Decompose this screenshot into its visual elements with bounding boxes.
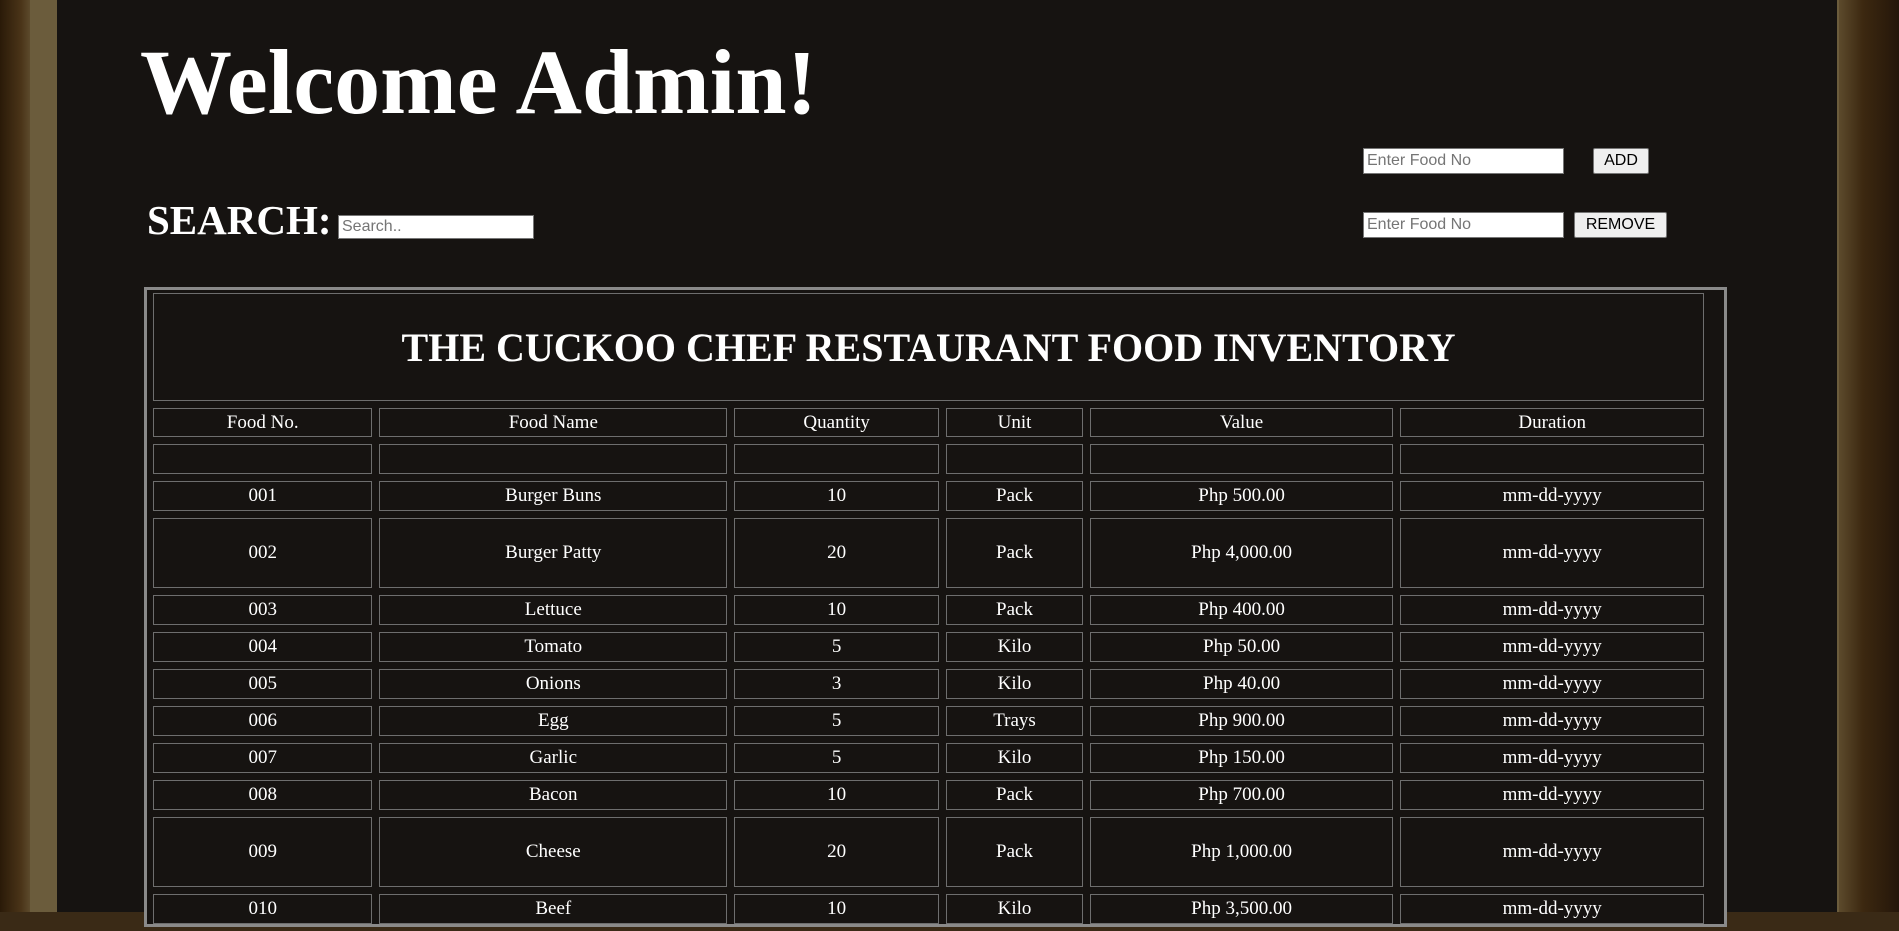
duration-cell: mm-dd-yyyy	[1400, 481, 1704, 511]
value-cell: Php 50.00	[1089, 632, 1394, 662]
quantity-cell: 10	[734, 595, 940, 625]
quantity-cell: 10	[734, 780, 940, 810]
value-cell: Php 1,000.00	[1089, 817, 1394, 887]
unit-cell: Pack	[946, 595, 1083, 625]
duration-cell: mm-dd-yyyy	[1400, 632, 1704, 662]
food-name-cell: Lettuce	[379, 595, 728, 625]
food-name-cell: Onions	[379, 669, 728, 699]
unit-cell: Pack	[946, 780, 1083, 810]
unit-cell: Kilo	[946, 632, 1083, 662]
value-cell: Php 700.00	[1089, 780, 1394, 810]
background-left-wood	[0, 0, 30, 912]
table-row: 001 Burger Buns 10 Pack Php 500.00 mm-dd…	[153, 481, 1704, 511]
unit-cell: Kilo	[946, 669, 1083, 699]
table-row: 005 Onions 3 Kilo Php 40.00 mm-dd-yyyy	[153, 669, 1704, 699]
quantity-cell: 10	[734, 481, 940, 511]
add-food-no-input[interactable]	[1363, 148, 1564, 174]
table-row: 003 Lettuce 10 Pack Php 400.00 mm-dd-yyy…	[153, 595, 1704, 625]
column-header-unit: Unit	[946, 408, 1083, 437]
column-header-food-no: Food No.	[153, 408, 373, 437]
unit-cell: Pack	[946, 481, 1083, 511]
empty-cell	[1400, 444, 1704, 474]
quantity-cell: 20	[734, 518, 940, 588]
food-name-cell: Garlic	[379, 743, 728, 773]
empty-cell	[734, 444, 940, 474]
duration-cell: mm-dd-yyyy	[1400, 706, 1704, 736]
unit-cell: Pack	[946, 518, 1083, 588]
remove-button[interactable]: REMOVE	[1574, 212, 1667, 238]
quantity-cell: 3	[734, 669, 940, 699]
food-no-cell: 007	[153, 743, 373, 773]
table-row: 006 Egg 5 Trays Php 900.00 mm-dd-yyyy	[153, 706, 1704, 736]
food-no-cell: 001	[153, 481, 373, 511]
table-row: 008 Bacon 10 Pack Php 700.00 mm-dd-yyyy	[153, 780, 1704, 810]
background-right-wood	[1839, 0, 1899, 912]
food-no-cell: 004	[153, 632, 373, 662]
food-name-cell: Burger Patty	[379, 518, 728, 588]
food-no-cell: 010	[153, 894, 373, 924]
food-name-cell: Egg	[379, 706, 728, 736]
duration-cell: mm-dd-yyyy	[1400, 669, 1704, 699]
add-button[interactable]: ADD	[1593, 148, 1649, 174]
quantity-cell: 5	[734, 632, 940, 662]
value-cell: Php 400.00	[1089, 595, 1394, 625]
unit-cell: Trays	[946, 706, 1083, 736]
food-no-cell: 003	[153, 595, 373, 625]
quantity-cell: 5	[734, 706, 940, 736]
column-header-quantity: Quantity	[734, 408, 940, 437]
duration-cell: mm-dd-yyyy	[1400, 743, 1704, 773]
table-title: THE CUCKOO CHEF RESTAURANT FOOD INVENTOR…	[153, 293, 1704, 401]
table-row: 004 Tomato 5 Kilo Php 50.00 mm-dd-yyyy	[153, 632, 1704, 662]
food-name-cell: Cheese	[379, 817, 728, 887]
table-row: 007 Garlic 5 Kilo Php 150.00 mm-dd-yyyy	[153, 743, 1704, 773]
table-row: 010 Beef 10 Kilo Php 3,500.00 mm-dd-yyyy	[153, 894, 1704, 924]
table-row: 002 Burger Patty 20 Pack Php 4,000.00 mm…	[153, 518, 1704, 588]
unit-cell: Kilo	[946, 743, 1083, 773]
search-label: SEARCH:	[147, 197, 332, 243]
table-header-row: Food No. Food Name Quantity Unit Value D…	[153, 408, 1704, 437]
empty-cell	[946, 444, 1083, 474]
duration-cell: mm-dd-yyyy	[1400, 518, 1704, 588]
quantity-cell: 5	[734, 743, 940, 773]
food-no-cell: 002	[153, 518, 373, 588]
food-no-cell: 005	[153, 669, 373, 699]
unit-cell: Kilo	[946, 894, 1083, 924]
value-cell: Php 500.00	[1089, 481, 1394, 511]
search-input[interactable]	[338, 215, 534, 239]
value-cell: Php 40.00	[1089, 669, 1394, 699]
food-name-cell: Tomato	[379, 632, 728, 662]
duration-cell: mm-dd-yyyy	[1400, 894, 1704, 924]
food-name-cell: Burger Buns	[379, 481, 728, 511]
food-no-cell: 008	[153, 780, 373, 810]
empty-cell	[153, 444, 373, 474]
column-header-food-name: Food Name	[379, 408, 728, 437]
value-cell: Php 900.00	[1089, 706, 1394, 736]
table-row: 009 Cheese 20 Pack Php 1,000.00 mm-dd-yy…	[153, 817, 1704, 887]
food-no-cell: 009	[153, 817, 373, 887]
column-header-value: Value	[1089, 408, 1394, 437]
page-title: Welcome Admin!	[140, 31, 818, 133]
duration-cell: mm-dd-yyyy	[1400, 817, 1704, 887]
unit-cell: Pack	[946, 817, 1083, 887]
inventory-table-container: THE CUCKOO CHEF RESTAURANT FOOD INVENTOR…	[144, 287, 1727, 927]
food-no-cell: 006	[153, 706, 373, 736]
inventory-table: THE CUCKOO CHEF RESTAURANT FOOD INVENTOR…	[146, 286, 1711, 931]
quantity-cell: 10	[734, 894, 940, 924]
column-header-duration: Duration	[1400, 408, 1704, 437]
value-cell: Php 4,000.00	[1089, 518, 1394, 588]
empty-cell	[379, 444, 728, 474]
remove-food-no-input[interactable]	[1363, 212, 1564, 238]
food-name-cell: Bacon	[379, 780, 728, 810]
duration-cell: mm-dd-yyyy	[1400, 595, 1704, 625]
value-cell: Php 150.00	[1089, 743, 1394, 773]
empty-cell	[1089, 444, 1394, 474]
duration-cell: mm-dd-yyyy	[1400, 780, 1704, 810]
food-name-cell: Beef	[379, 894, 728, 924]
quantity-cell: 20	[734, 817, 940, 887]
value-cell: Php 3,500.00	[1089, 894, 1394, 924]
table-empty-row	[153, 444, 1704, 474]
